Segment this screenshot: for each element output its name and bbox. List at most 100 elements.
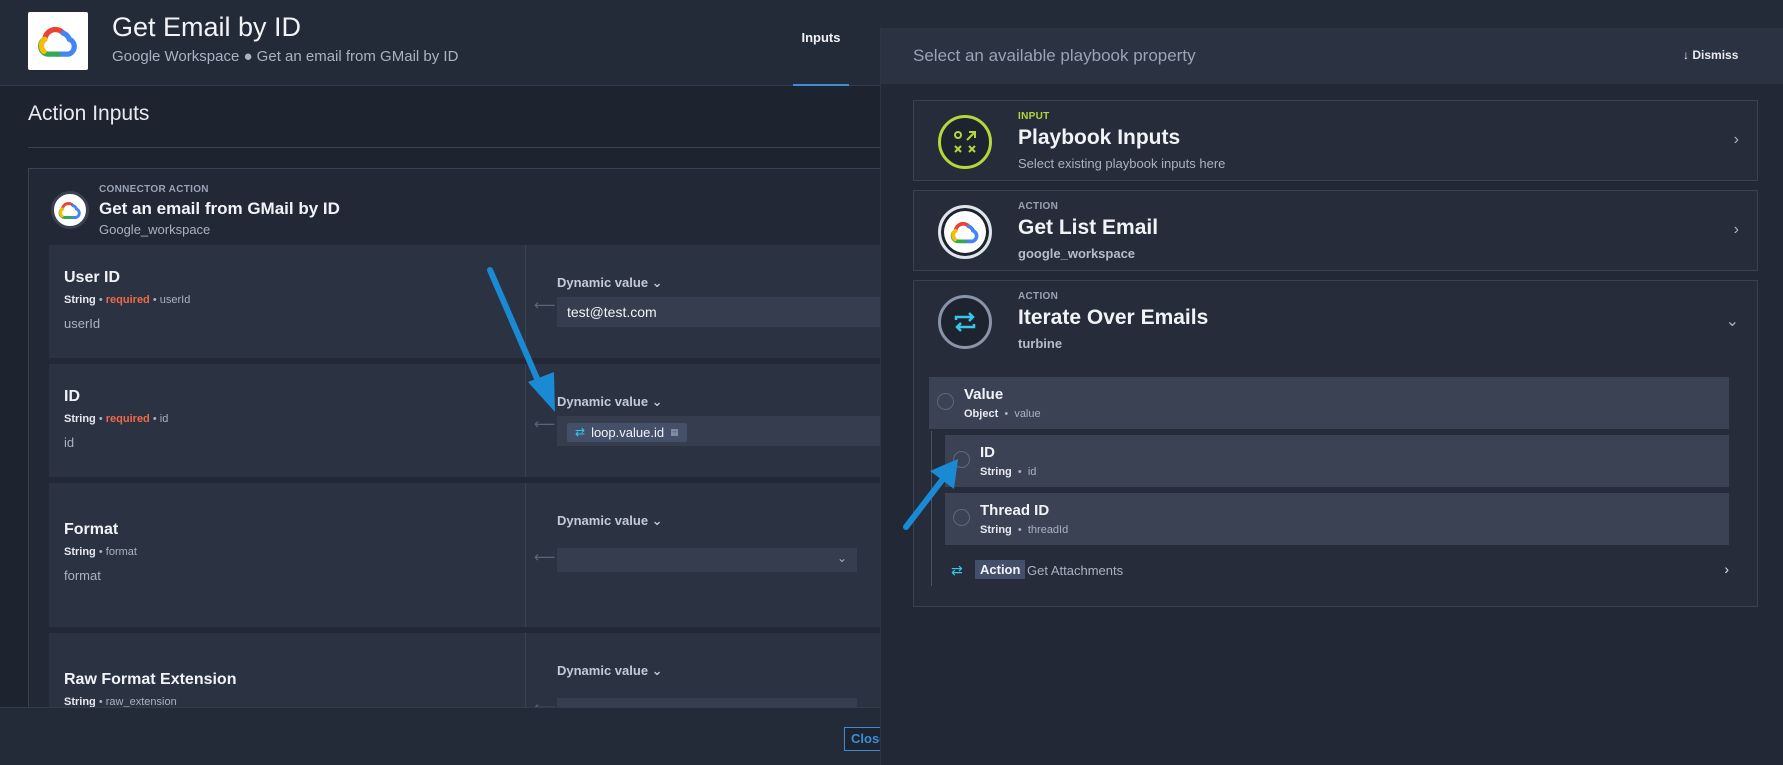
- footer-bar: [0, 707, 880, 765]
- tab-inputs[interactable]: Inputs: [793, 0, 849, 86]
- connector-action-card: CONNECTOR ACTION Get an email from GMail…: [28, 168, 897, 765]
- dismiss-label: Dismiss: [1692, 48, 1739, 62]
- card-title[interactable]: Iterate Over Emails: [1018, 306, 1208, 330]
- card-kind: INPUT: [1018, 111, 1050, 122]
- field-name: Raw Format Extension: [64, 671, 237, 688]
- dynamic-value-dropdown[interactable]: Dynamic value ⌄: [557, 394, 663, 410]
- card-subtitle: Select existing playbook inputs here: [1018, 156, 1226, 171]
- arrow-down-icon: ↓: [1683, 48, 1689, 62]
- playbook-property-panel: Select an available playbook property ↓ …: [880, 28, 1783, 765]
- loop-icon: [938, 295, 992, 349]
- field-row-id: ID String • required • id id Dynamic val…: [49, 364, 897, 477]
- chip-label: loop.value.id: [591, 424, 665, 440]
- property-key: id: [1027, 466, 1037, 478]
- dynamic-value-dropdown[interactable]: Dynamic value ⌄: [557, 513, 663, 529]
- chevron-right-icon: ›: [1733, 131, 1739, 148]
- property-thread-id[interactable]: Thread ID String • threadId: [945, 493, 1729, 545]
- field-type: String: [64, 413, 96, 425]
- card-subtitle: turbine: [1018, 336, 1063, 351]
- field-row-user-id: User ID String • required • userId userI…: [49, 245, 897, 358]
- card-subtitle: google_workspace: [1018, 246, 1136, 261]
- page-title: Get Email by ID: [112, 12, 302, 42]
- user-id-input[interactable]: test@test.com: [557, 297, 897, 327]
- field-info: ID String • required • id id: [49, 364, 526, 477]
- required-badge: required: [105, 413, 150, 425]
- arrow-left-icon: ⟵: [534, 416, 556, 433]
- page-subtitle: Google Workspace ● Get an email from GMa…: [112, 48, 459, 65]
- connector-action-subtitle: Google_workspace: [99, 222, 211, 237]
- required-badge: required: [105, 294, 150, 306]
- connector-action-title: Get an email from GMail by ID: [99, 199, 340, 218]
- property-name: Value: [964, 386, 1004, 403]
- google-cloud-icon: [28, 12, 88, 70]
- card-playbook-inputs[interactable]: INPUT Playbook Inputs Select existing pl…: [913, 100, 1758, 181]
- radio-button[interactable]: [953, 509, 970, 526]
- tree-connector: [931, 431, 932, 586]
- field-key-meta: userId: [159, 294, 191, 306]
- format-select[interactable]: ⌄: [557, 548, 857, 572]
- chevron-down-icon[interactable]: ⌄: [1726, 311, 1739, 331]
- loop-icon: ⇄: [951, 562, 963, 578]
- field-meta: String • required • id: [64, 413, 168, 425]
- field-type: String: [64, 546, 96, 558]
- property-type: Object: [964, 408, 999, 420]
- meta-separator: •: [152, 294, 157, 306]
- property-type: String: [980, 524, 1012, 536]
- meta-separator: •: [152, 413, 157, 425]
- google-cloud-icon: [51, 191, 89, 229]
- meta-separator: •: [98, 546, 103, 558]
- id-input[interactable]: ⇄ loop.value.id ▦: [557, 416, 897, 446]
- meta-separator: •: [98, 294, 103, 306]
- subaction-label: Get Attachments: [1027, 563, 1124, 578]
- field-meta: String • format: [64, 546, 137, 558]
- field-key: userId: [64, 316, 101, 331]
- variable-chip[interactable]: ⇄ loop.value.id ▦: [567, 422, 687, 442]
- section-title: Action Inputs: [28, 102, 150, 125]
- chevron-right-icon: ›: [1733, 221, 1739, 238]
- property-meta: String • id: [980, 466, 1037, 478]
- property-value[interactable]: Value Object • value: [929, 377, 1729, 429]
- field-row-format: Format String • format format Dynamic va…: [49, 483, 889, 627]
- card-title: Get List Email: [1018, 216, 1159, 239]
- field-meta: String • required • userId: [64, 294, 190, 306]
- google-cloud-icon: [938, 205, 992, 259]
- action-badge: Action: [975, 560, 1026, 579]
- property-meta: String • threadId: [980, 524, 1069, 536]
- card-title: Playbook Inputs: [1018, 126, 1181, 149]
- arrow-left-icon: ⟵: [534, 549, 556, 566]
- card-kind: ACTION: [1018, 201, 1059, 212]
- field-info: Format String • format format: [49, 483, 526, 627]
- property-meta: Object • value: [964, 408, 1041, 420]
- property-id[interactable]: ID String • id: [945, 435, 1729, 487]
- panel-header: Select an available playbook property ↓ …: [881, 28, 1783, 84]
- property-type: String: [980, 466, 1012, 478]
- radio-button[interactable]: [937, 393, 954, 410]
- property-name: Thread ID: [980, 502, 1050, 519]
- field-key-meta: id: [159, 413, 169, 425]
- subaction-get-attachments[interactable]: ⇄ Action Get Attachments ›: [947, 559, 1737, 585]
- field-type: String: [64, 294, 96, 306]
- dynamic-value-dropdown[interactable]: Dynamic value ⌄: [557, 275, 663, 291]
- card-get-list-email[interactable]: ACTION Get List Email google_workspace ›: [913, 190, 1758, 271]
- property-key: threadId: [1027, 524, 1069, 536]
- meta-separator: •: [98, 413, 103, 425]
- grid-icon: ▦: [670, 426, 679, 437]
- chevron-right-icon: ›: [1724, 561, 1729, 577]
- field-name: Format: [64, 521, 119, 538]
- field-key-meta: format: [105, 546, 137, 558]
- divider: [28, 147, 880, 148]
- field-key: format: [64, 568, 101, 583]
- dynamic-value-dropdown[interactable]: Dynamic value ⌄: [557, 663, 663, 679]
- panel-title: Select an available playbook property: [913, 46, 1196, 65]
- loop-icon: ⇄: [575, 425, 586, 439]
- playbook-inputs-icon: [938, 115, 992, 169]
- field-name: User ID: [64, 269, 121, 286]
- property-key: value: [1014, 408, 1041, 420]
- field-info: User ID String • required • userId userI…: [49, 245, 526, 358]
- field-key: id: [64, 435, 75, 450]
- dismiss-button[interactable]: ↓ Dismiss: [1683, 48, 1738, 62]
- field-name: ID: [64, 388, 80, 405]
- radio-button[interactable]: [953, 451, 970, 468]
- connector-action-label: CONNECTOR ACTION: [99, 184, 209, 195]
- arrow-left-icon: ⟵: [534, 297, 556, 314]
